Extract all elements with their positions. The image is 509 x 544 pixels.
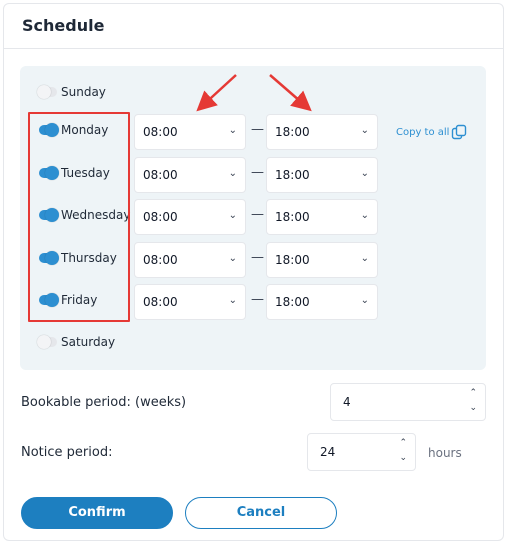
sunday-toggle[interactable] (37, 85, 57, 99)
tuesday-end-select[interactable]: 18:00 ⌄ (266, 157, 378, 193)
chevron-down-icon: ⌄ (228, 253, 237, 264)
thursday-start-select[interactable]: 08:00 ⌄ (134, 242, 246, 278)
spinner-down-icon[interactable]: ⌄ (399, 454, 407, 463)
wednesday-start-select[interactable]: 08:00 ⌄ (134, 199, 246, 235)
chevron-down-icon: ⌄ (228, 168, 237, 179)
notice-period-units: hours (428, 446, 462, 460)
day-row-saturday: Saturday (20, 326, 486, 362)
confirm-button[interactable]: Confirm (21, 497, 173, 529)
input-value: 4 (343, 395, 351, 409)
tuesday-start-select[interactable]: 08:00 ⌄ (134, 157, 246, 193)
annotation-highlight-box (28, 112, 130, 322)
annotation-arrows (196, 74, 312, 112)
select-value: 18:00 (275, 295, 310, 309)
chevron-down-icon: ⌄ (228, 125, 237, 136)
copy-to-all-link[interactable]: Copy to all (396, 127, 449, 138)
day-label-saturday: Saturday (61, 335, 116, 349)
select-value: 18:00 (275, 210, 310, 224)
monday-end-select[interactable]: 18:00 ⌄ (266, 114, 378, 150)
chevron-down-icon: ⌄ (360, 210, 369, 221)
input-value: 24 (320, 445, 336, 459)
select-value: 08:00 (143, 168, 178, 182)
saturday-toggle[interactable] (37, 335, 57, 349)
annotation-arrow-right (269, 74, 312, 112)
time-separator: — (251, 207, 264, 222)
monday-start-select[interactable]: 08:00 ⌄ (134, 114, 246, 150)
chevron-down-icon: ⌄ (360, 168, 369, 179)
friday-end-select[interactable]: 18:00 ⌄ (266, 284, 378, 320)
toggle-knob (37, 85, 51, 99)
chevron-down-icon: ⌄ (360, 295, 369, 306)
time-separator: — (251, 292, 264, 307)
wednesday-end-select[interactable]: 18:00 ⌄ (266, 199, 378, 235)
day-label-sunday: Sunday (61, 85, 106, 99)
spinner-up-icon[interactable]: ⌃ (469, 389, 477, 398)
friday-start-select[interactable]: 08:00 ⌄ (134, 284, 246, 320)
chevron-down-icon: ⌄ (228, 295, 237, 306)
select-value: 08:00 (143, 210, 178, 224)
time-separator: — (251, 165, 264, 180)
select-value: 08:00 (143, 253, 178, 267)
bookable-period-label: Bookable period: (weeks) (21, 395, 187, 410)
select-value: 18:00 (275, 125, 310, 139)
toggle-knob (37, 335, 51, 349)
spinner-down-icon[interactable]: ⌄ (469, 404, 477, 413)
time-separator: — (251, 122, 264, 137)
chevron-down-icon: ⌄ (228, 210, 237, 221)
card-header: Schedule (4, 4, 503, 49)
cancel-button[interactable]: Cancel (185, 497, 337, 529)
select-value: 08:00 (143, 295, 178, 309)
thursday-end-select[interactable]: 18:00 ⌄ (266, 242, 378, 278)
notice-period-input[interactable]: 24 ⌃ ⌄ (307, 433, 416, 471)
chevron-down-icon: ⌄ (360, 125, 369, 136)
bookable-period-input[interactable]: 4 ⌃ ⌄ (330, 383, 486, 421)
spinner-up-icon[interactable]: ⌃ (399, 439, 407, 448)
select-value: 08:00 (143, 125, 178, 139)
select-value: 18:00 (275, 168, 310, 182)
page-title: Schedule (22, 16, 105, 35)
notice-period-label: Notice period: (21, 445, 113, 460)
chevron-down-icon: ⌄ (360, 253, 369, 264)
annotation-arrow-left (196, 74, 237, 112)
time-separator: — (251, 250, 264, 265)
select-value: 18:00 (275, 253, 310, 267)
copy-icon[interactable] (451, 124, 467, 140)
